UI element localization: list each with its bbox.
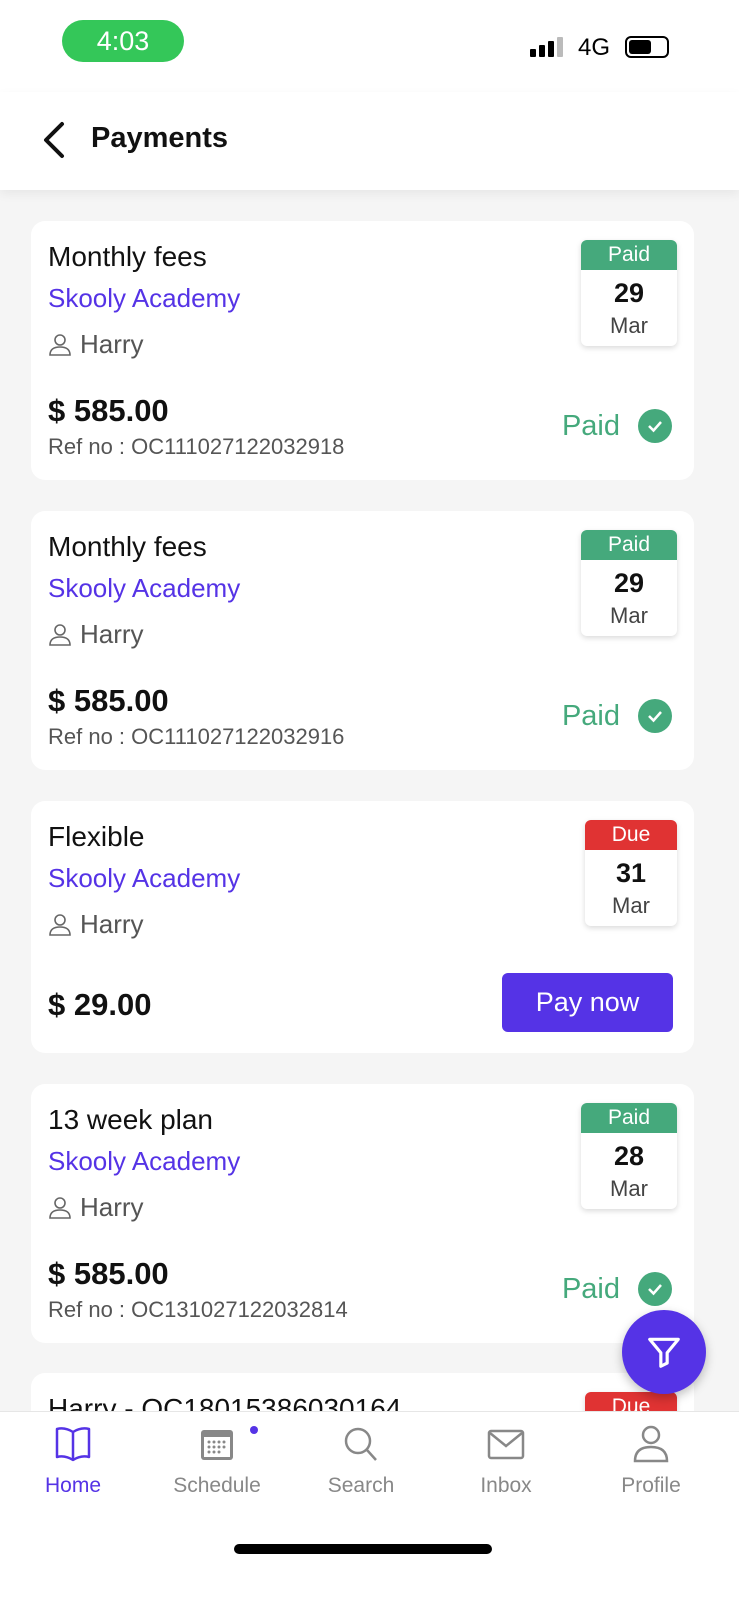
person-icon [49,913,71,936]
nav-label: Search [327,1474,395,1497]
date-badge: Paid 29 Mar [581,240,677,346]
ref-number: Ref no : OC111027122032916 [48,724,345,749]
badge-month: Mar [610,1176,648,1201]
student: Harry [48,1192,144,1223]
header: Payments [0,92,739,190]
student: Harry [48,329,144,360]
search-icon [344,1427,377,1461]
payment-title: Harry - OC18015386030164 [48,1393,402,1411]
bottom-nav: Home Schedule Search Inbox Profile [0,1411,739,1600]
filter-button[interactable] [622,1310,706,1394]
amount: $ 585.00 [48,1256,169,1291]
date-badge: Due [585,1392,677,1411]
payment-card[interactable]: Harry - OC18015386030164 Due [31,1373,694,1411]
nav-label: Schedule [173,1474,261,1497]
network-type: 4G [578,34,611,61]
payment-card[interactable]: Monthly fees Skooly Academy Harry $ 585.… [31,221,694,480]
date-badge: Paid 28 Mar [581,1103,677,1209]
student-name: Harry [80,1192,144,1222]
date-badge: Paid 29 Mar [581,530,677,636]
status-label: Paid [561,699,620,732]
home-indicator [234,1544,492,1554]
amount: $ 585.00 [48,683,169,718]
school-name: Skooly Academy [48,573,241,603]
book-icon [55,1427,91,1462]
check-icon [638,409,672,443]
paid-status: Paid [562,409,672,443]
badge-status: Paid [581,240,677,270]
person-icon [49,623,71,646]
payment-card[interactable]: Monthly fees Skooly Academy Harry $ 585.… [31,511,694,770]
back-icon[interactable] [38,120,68,160]
badge-month: Mar [610,603,648,628]
ref-number: Ref no : OC111027122032918 [48,434,345,459]
badge-day: 29 [613,568,645,598]
payment-card[interactable]: Flexible Skooly Academy Harry $ 29.00 Pa… [31,801,694,1053]
badge-status: Paid [581,1103,677,1133]
student: Harry [48,619,144,650]
student: Harry [48,909,144,940]
payment-card[interactable]: 13 week plan Skooly Academy Harry $ 585.… [31,1084,694,1343]
nav-profile[interactable]: Profile [591,1424,711,1498]
payment-title: Flexible [48,821,145,852]
nav-label: Profile [621,1474,681,1497]
check-icon [638,699,672,733]
student-name: Harry [80,329,144,359]
date-badge: Due 31 Mar [585,820,677,926]
payment-title: 13 week plan [48,1104,214,1135]
pay-now-button[interactable]: Pay now [502,973,673,1032]
notification-dot [250,1426,258,1434]
status-time: 4:03 [62,20,184,62]
status-bar: 4:03 4G [0,0,739,92]
calendar-icon [201,1430,233,1460]
nav-inbox[interactable]: Inbox [446,1424,566,1498]
signal-icon [530,37,563,57]
page-title: Payments [91,122,229,154]
mail-icon [487,1429,525,1460]
status-label: Paid [561,409,620,442]
badge-day: 29 [613,278,645,308]
badge-status: Due [585,820,677,850]
paid-status: Paid [562,1272,672,1306]
badge-day: 28 [613,1141,645,1171]
person-icon [49,1196,71,1219]
badge-month: Mar [610,313,648,338]
nav-search[interactable]: Search [301,1424,421,1498]
payments-list[interactable]: Monthly fees Skooly Academy Harry $ 585.… [0,190,739,1411]
amount: $ 29.00 [48,987,152,1022]
badge-month: Mar [612,893,650,918]
ref-number: Ref no : OC131027122032814 [48,1297,348,1322]
student-name: Harry [80,619,144,649]
paid-status: Paid [562,699,672,733]
nav-home[interactable]: Home [13,1424,133,1498]
badge-status: Due [585,1392,677,1411]
student-name: Harry [80,909,144,939]
check-icon [638,1272,672,1306]
school-name: Skooly Academy [48,1146,241,1176]
person-icon [633,1425,669,1463]
nav-label: Inbox [480,1474,532,1497]
person-icon [49,333,71,356]
nav-schedule[interactable]: Schedule [157,1424,277,1498]
school-name: Skooly Academy [48,863,241,893]
amount: $ 585.00 [48,393,169,428]
payment-title: Monthly fees [48,531,207,562]
school-name: Skooly Academy [48,283,241,313]
nav-label: Home [44,1474,102,1497]
payment-title: Monthly fees [48,241,207,272]
badge-status: Paid [581,530,677,560]
battery-icon [625,36,669,58]
filter-icon [648,1337,680,1368]
status-label: Paid [561,1272,620,1305]
badge-day: 31 [615,858,647,888]
